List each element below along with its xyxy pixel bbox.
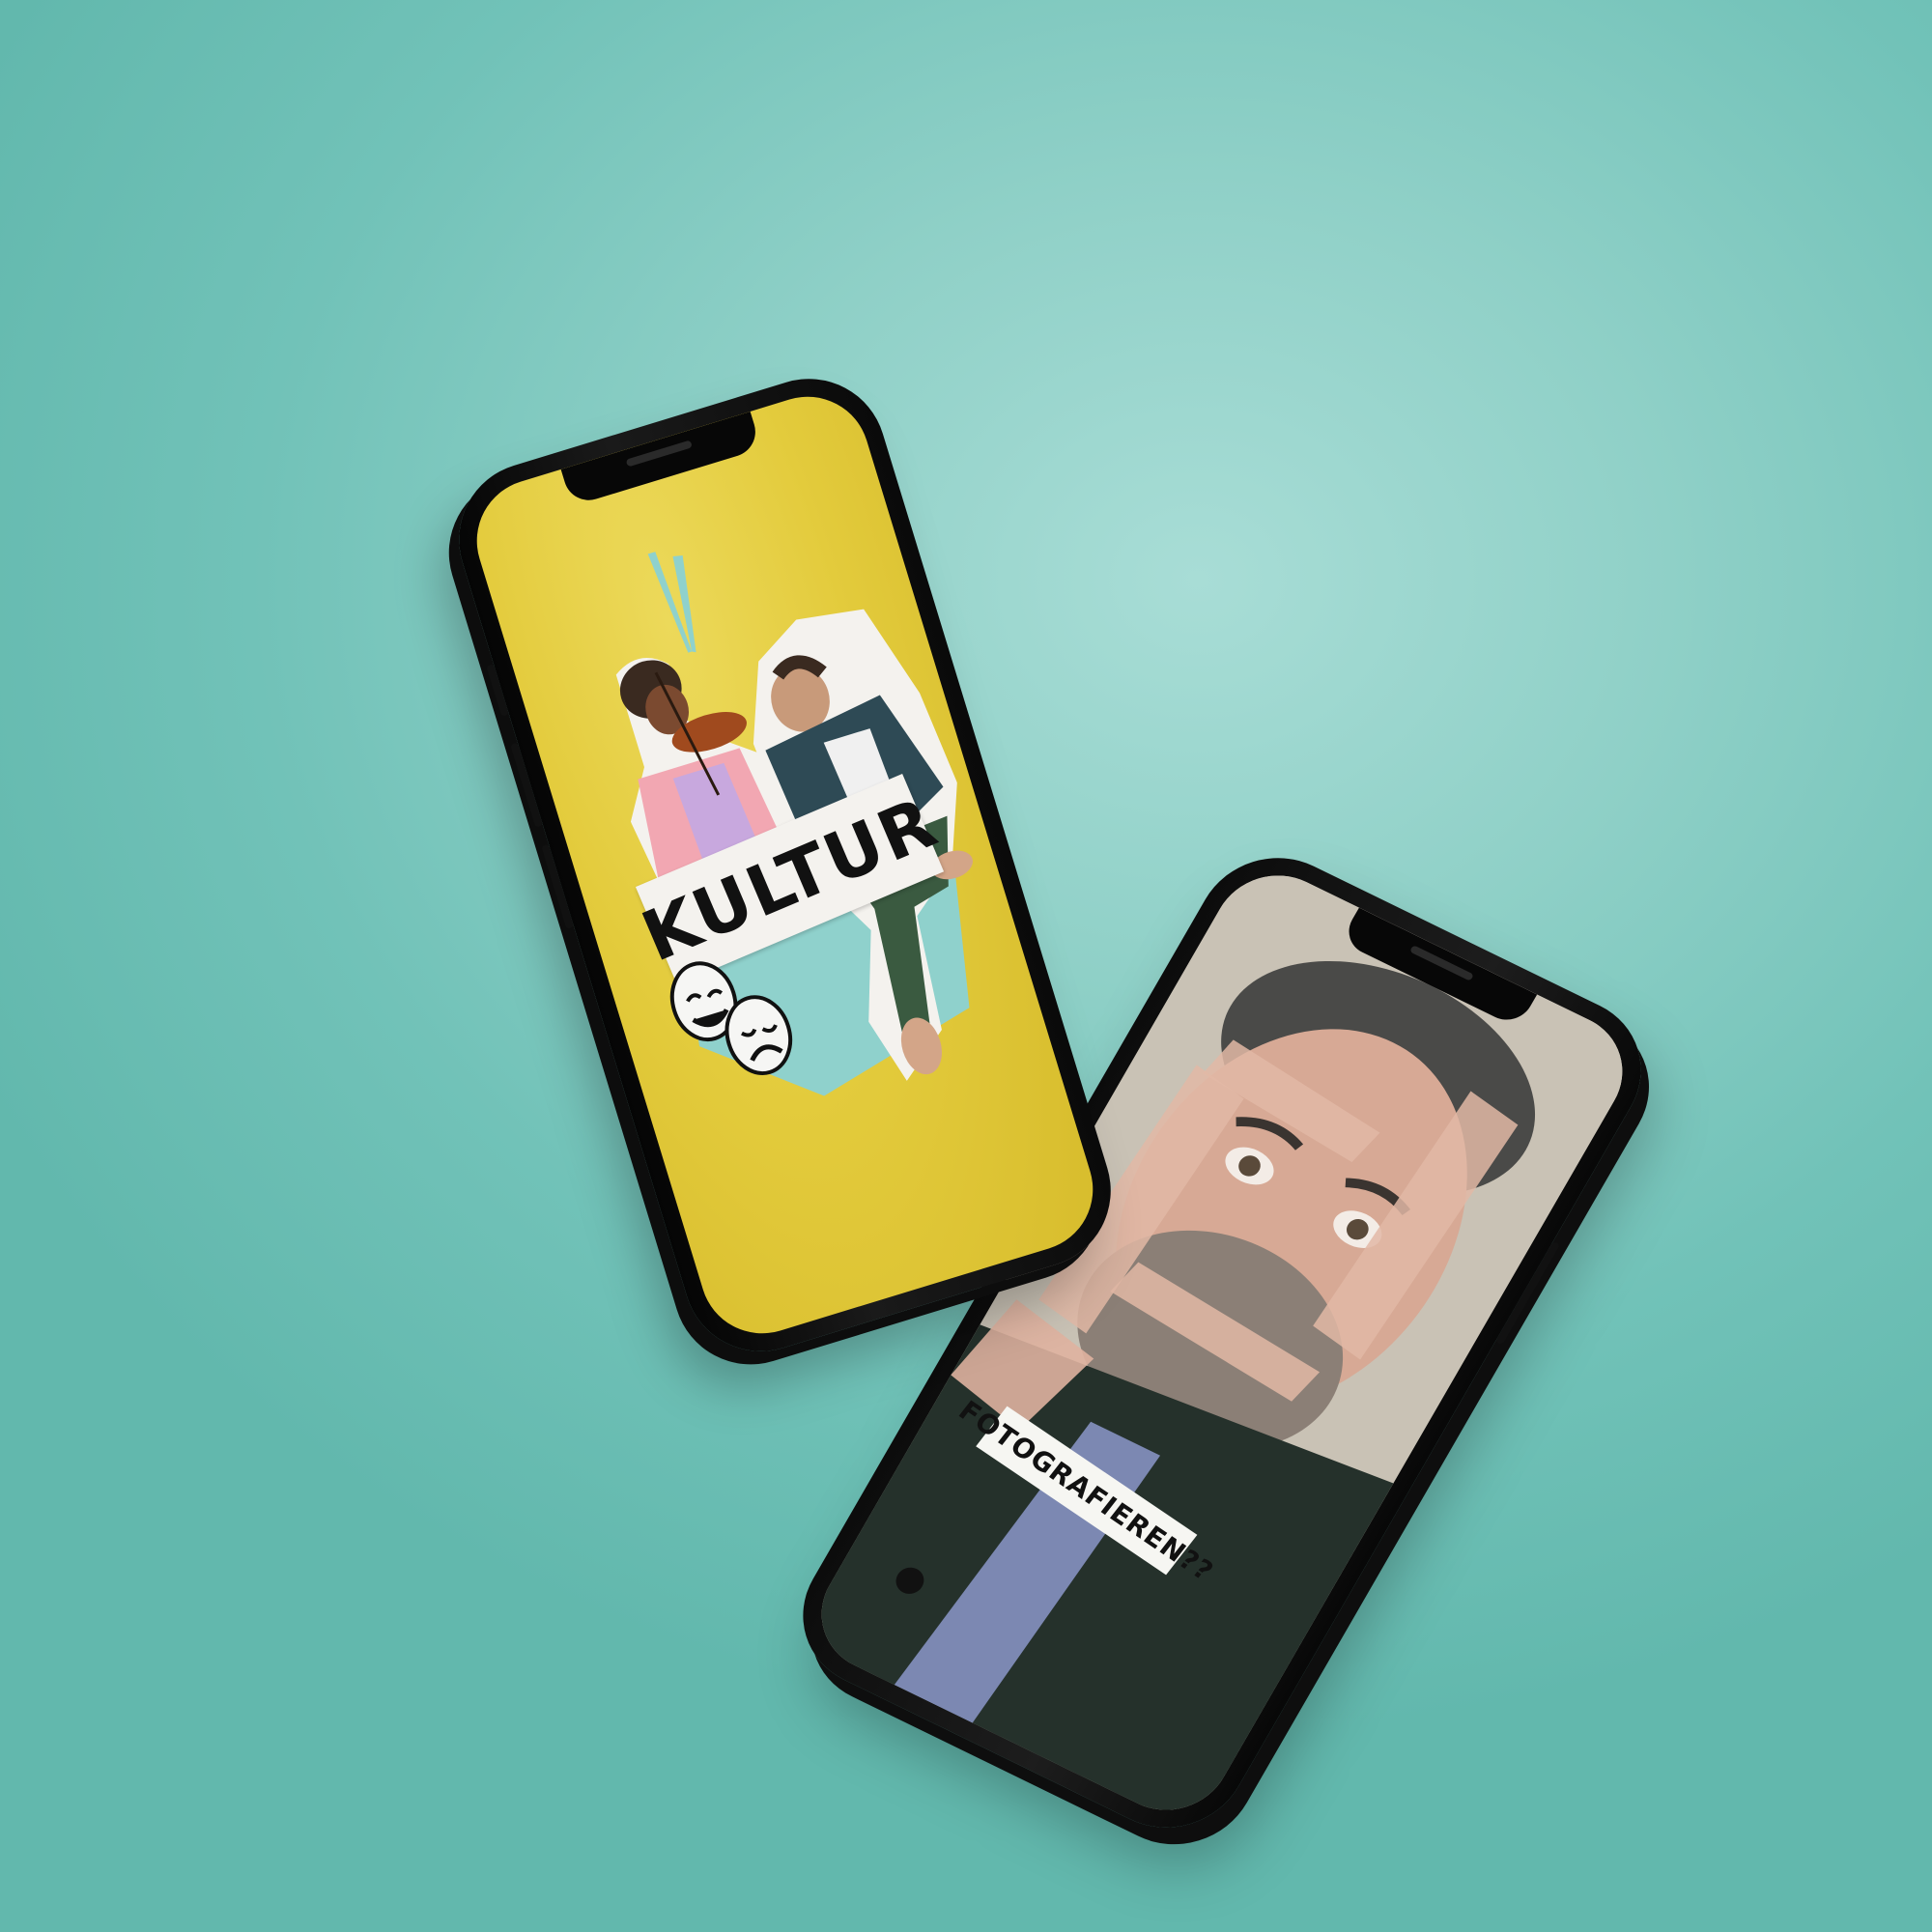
phone-speaker	[1408, 944, 1474, 981]
phone-speaker	[625, 440, 693, 468]
mockup-scene: FOTOGRAFIEREN?? KULTUR	[0, 0, 1932, 1932]
